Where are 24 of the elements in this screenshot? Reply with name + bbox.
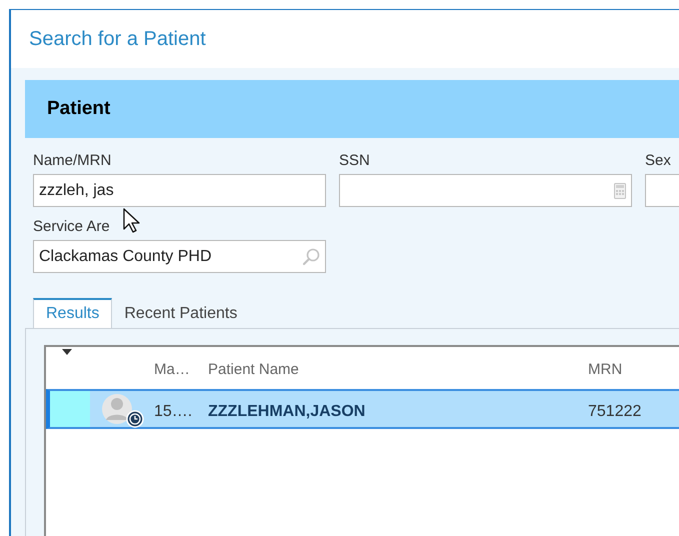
status-cell xyxy=(50,391,90,427)
avatar-icon xyxy=(100,393,146,429)
field-label: Name/MRN xyxy=(33,151,112,171)
input-field[interactable]: zzzleh, jas xyxy=(33,174,326,207)
mouse-cursor-icon xyxy=(123,208,141,234)
field-label: Service Are xyxy=(33,217,110,237)
table-cell-text: 15…. xyxy=(154,402,192,422)
calculator-icon[interactable] xyxy=(614,182,626,198)
field-label: Sex xyxy=(645,151,671,171)
column-header[interactable]: MRN xyxy=(588,359,622,382)
sort-caret-icon[interactable] xyxy=(62,349,72,355)
section-title: Patient xyxy=(47,96,110,121)
table-cell-text: ZZZLEHMAN,JASON xyxy=(208,402,366,422)
search-icon[interactable] xyxy=(302,248,320,266)
table-cell-text: 751222 xyxy=(588,402,642,422)
input-field[interactable] xyxy=(339,174,632,207)
field-label: SSN xyxy=(339,151,370,171)
column-header[interactable]: Patient Name xyxy=(208,359,299,382)
column-header[interactable]: Ma… xyxy=(154,359,190,382)
window-title: Search for a Patient xyxy=(29,27,206,52)
table-row[interactable]: 15…. ZZZLEHMAN,JASON 751222 xyxy=(46,389,679,429)
tab[interactable]: Results xyxy=(33,298,112,328)
tab[interactable]: Recent Patients xyxy=(112,300,250,328)
input-field[interactable]: Clackamas County PHD xyxy=(33,240,326,273)
